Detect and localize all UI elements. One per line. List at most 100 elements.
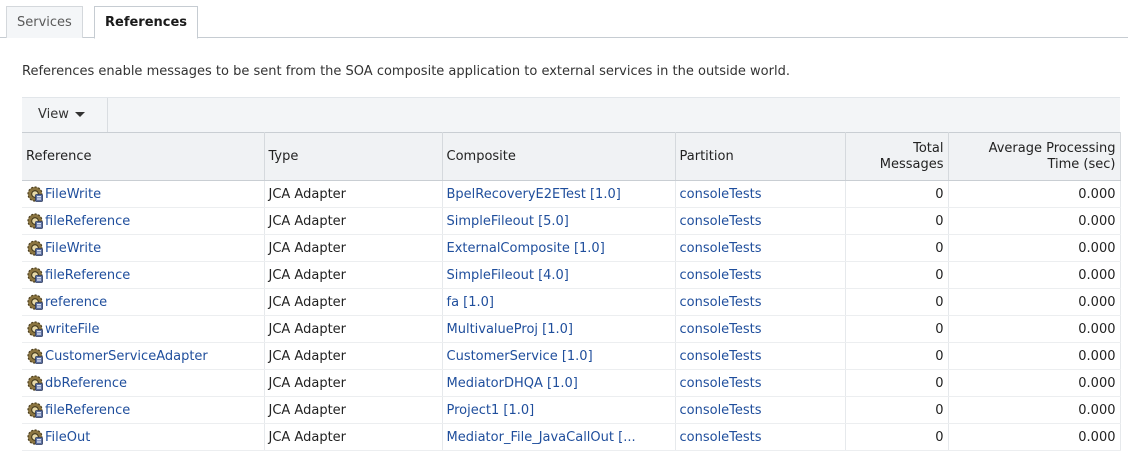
composite-link[interactable]: fa [1.0] [447,295,495,310]
composite-link[interactable]: Project1 [1.0] [447,403,535,418]
partition-link[interactable]: consoleTests [680,349,762,364]
composite-link[interactable]: CustomerService [1.0] [447,349,593,364]
table-row[interactable]: fileReference JCA Adapter SimpleFileout [4… [22,261,1121,289]
cell-average-processing-time: 0.000 [948,207,1121,235]
partition-link[interactable]: consoleTests [680,268,762,283]
cell-total-messages: 0 [845,396,949,424]
cell-composite: SimpleFileout [5.0] [442,207,676,235]
cell-total-messages: 0 [845,261,949,289]
adapter-gear-icon [27,348,43,364]
reference-link[interactable]: fileReference [45,214,130,229]
cell-type: JCA Adapter [264,234,443,262]
tab-references[interactable]: References [94,6,199,39]
composite-link[interactable]: MediatorDHQA [1.0] [447,376,578,391]
composite-link[interactable]: BpelRecoveryE2ETest [1.0] [447,187,621,202]
cell-composite: Project1 [1.0] [442,396,676,424]
reference-link[interactable]: FileOut [45,430,90,445]
cell-reference: CustomerServiceAdapter [22,342,265,370]
column-header-composite[interactable]: Composite [442,132,676,181]
cell-partition: consoleTests [675,207,846,235]
table-row[interactable]: fileReference JCA Adapter SimpleFileout [5… [22,207,1121,235]
references-table: Reference Type Composite Partition Total… [22,132,1121,451]
reference-link[interactable]: writeFile [45,322,99,337]
cell-reference: dbReference [22,369,265,397]
reference-link[interactable]: dbReference [45,376,127,391]
cell-reference: fileReference [22,207,265,235]
cell-type: JCA Adapter [264,288,443,316]
table-row[interactable]: FileOut JCA Adapter Mediator_File_JavaCall… [22,423,1121,451]
cell-partition: consoleTests [675,315,846,343]
cell-average-processing-time: 0.000 [948,315,1121,343]
partition-link[interactable]: consoleTests [680,241,762,256]
partition-link[interactable]: consoleTests [680,322,762,337]
view-menu-button[interactable]: View [22,98,108,132]
composite-link[interactable]: Mediator_File_JavaCallOut [... [447,430,636,445]
cell-partition: consoleTests [675,261,846,289]
partition-link[interactable]: consoleTests [680,295,762,310]
reference-link[interactable]: fileReference [45,268,130,283]
cell-composite: ExternalComposite [1.0] [442,234,676,262]
table-row[interactable]: CustomerServiceAdapter JCA Adapter Custome… [22,342,1121,370]
cell-reference: fileReference [22,261,265,289]
total-header-line1: Total [913,140,944,156]
reference-link[interactable]: FileWrite [45,241,101,256]
cell-total-messages: 0 [845,234,949,262]
adapter-gear-icon [27,213,43,229]
cell-total-messages: 0 [845,369,949,397]
tab-services[interactable]: Services [6,6,83,38]
cell-total-messages: 0 [845,342,949,370]
column-header-average-processing-time[interactable]: Average Processing Time (sec) [948,132,1121,181]
cell-average-processing-time: 0.000 [948,396,1121,424]
table-row[interactable]: FileWrite JCA Adapter ExternalComposite [1… [22,234,1121,262]
table-row[interactable]: reference JCA Adapter fa [1.0] consoleTests… [22,288,1121,316]
table-row[interactable]: fileReference JCA Adapter Project1 [1.0] co… [22,396,1121,424]
avg-header-line2: Time (sec) [1047,156,1116,172]
cell-reference: writeFile [22,315,265,343]
partition-link[interactable]: consoleTests [680,214,762,229]
cell-type: JCA Adapter [264,342,443,370]
reference-link[interactable]: CustomerServiceAdapter [45,349,208,364]
cell-reference: FileWrite [22,234,265,262]
adapter-gear-icon [27,375,43,391]
avg-header-line1: Average Processing [988,140,1116,156]
cell-reference: reference [22,288,265,316]
cell-average-processing-time: 0.000 [948,342,1121,370]
adapter-gear-icon [27,321,43,337]
partition-link[interactable]: consoleTests [680,430,762,445]
table-row[interactable]: FileWrite JCA Adapter BpelRecoveryE2ETest … [22,180,1121,208]
column-header-type[interactable]: Type [264,132,443,181]
cell-type: JCA Adapter [264,369,443,397]
cell-type: JCA Adapter [264,207,443,235]
column-header-total-messages[interactable]: Total Messages [845,132,949,181]
cell-average-processing-time: 0.000 [948,369,1121,397]
cell-partition: consoleTests [675,396,846,424]
reference-link[interactable]: reference [45,295,107,310]
table-row[interactable]: writeFile JCA Adapter MultivalueProj [1.0]… [22,315,1121,343]
composite-link[interactable]: ExternalComposite [1.0] [447,241,605,256]
composite-link[interactable]: SimpleFileout [4.0] [447,268,569,283]
partition-link[interactable]: consoleTests [680,187,762,202]
cell-total-messages: 0 [845,315,949,343]
reference-link[interactable]: fileReference [45,403,130,418]
cell-partition: consoleTests [675,423,846,451]
cell-partition: consoleTests [675,288,846,316]
composite-link[interactable]: SimpleFileout [5.0] [447,214,569,229]
column-header-partition[interactable]: Partition [675,132,846,181]
cell-composite: SimpleFileout [4.0] [442,261,676,289]
column-header-reference[interactable]: Reference [22,132,265,181]
composite-link[interactable]: MultivalueProj [1.0] [447,322,573,337]
table-row[interactable]: dbReference JCA Adapter MediatorDHQA [1.0]… [22,369,1121,397]
cell-partition: consoleTests [675,369,846,397]
reference-link[interactable]: FileWrite [45,187,101,202]
cell-partition: consoleTests [675,234,846,262]
partition-link[interactable]: consoleTests [680,403,762,418]
adapter-gear-icon [27,294,43,310]
cell-partition: consoleTests [675,342,846,370]
cell-composite: fa [1.0] [442,288,676,316]
cell-type: JCA Adapter [264,180,443,208]
cell-type: JCA Adapter [264,261,443,289]
adapter-gear-icon [27,402,43,418]
partition-link[interactable]: consoleTests [680,376,762,391]
adapter-gear-icon [27,267,43,283]
page-description: References enable messages to be sent fr… [22,64,790,79]
